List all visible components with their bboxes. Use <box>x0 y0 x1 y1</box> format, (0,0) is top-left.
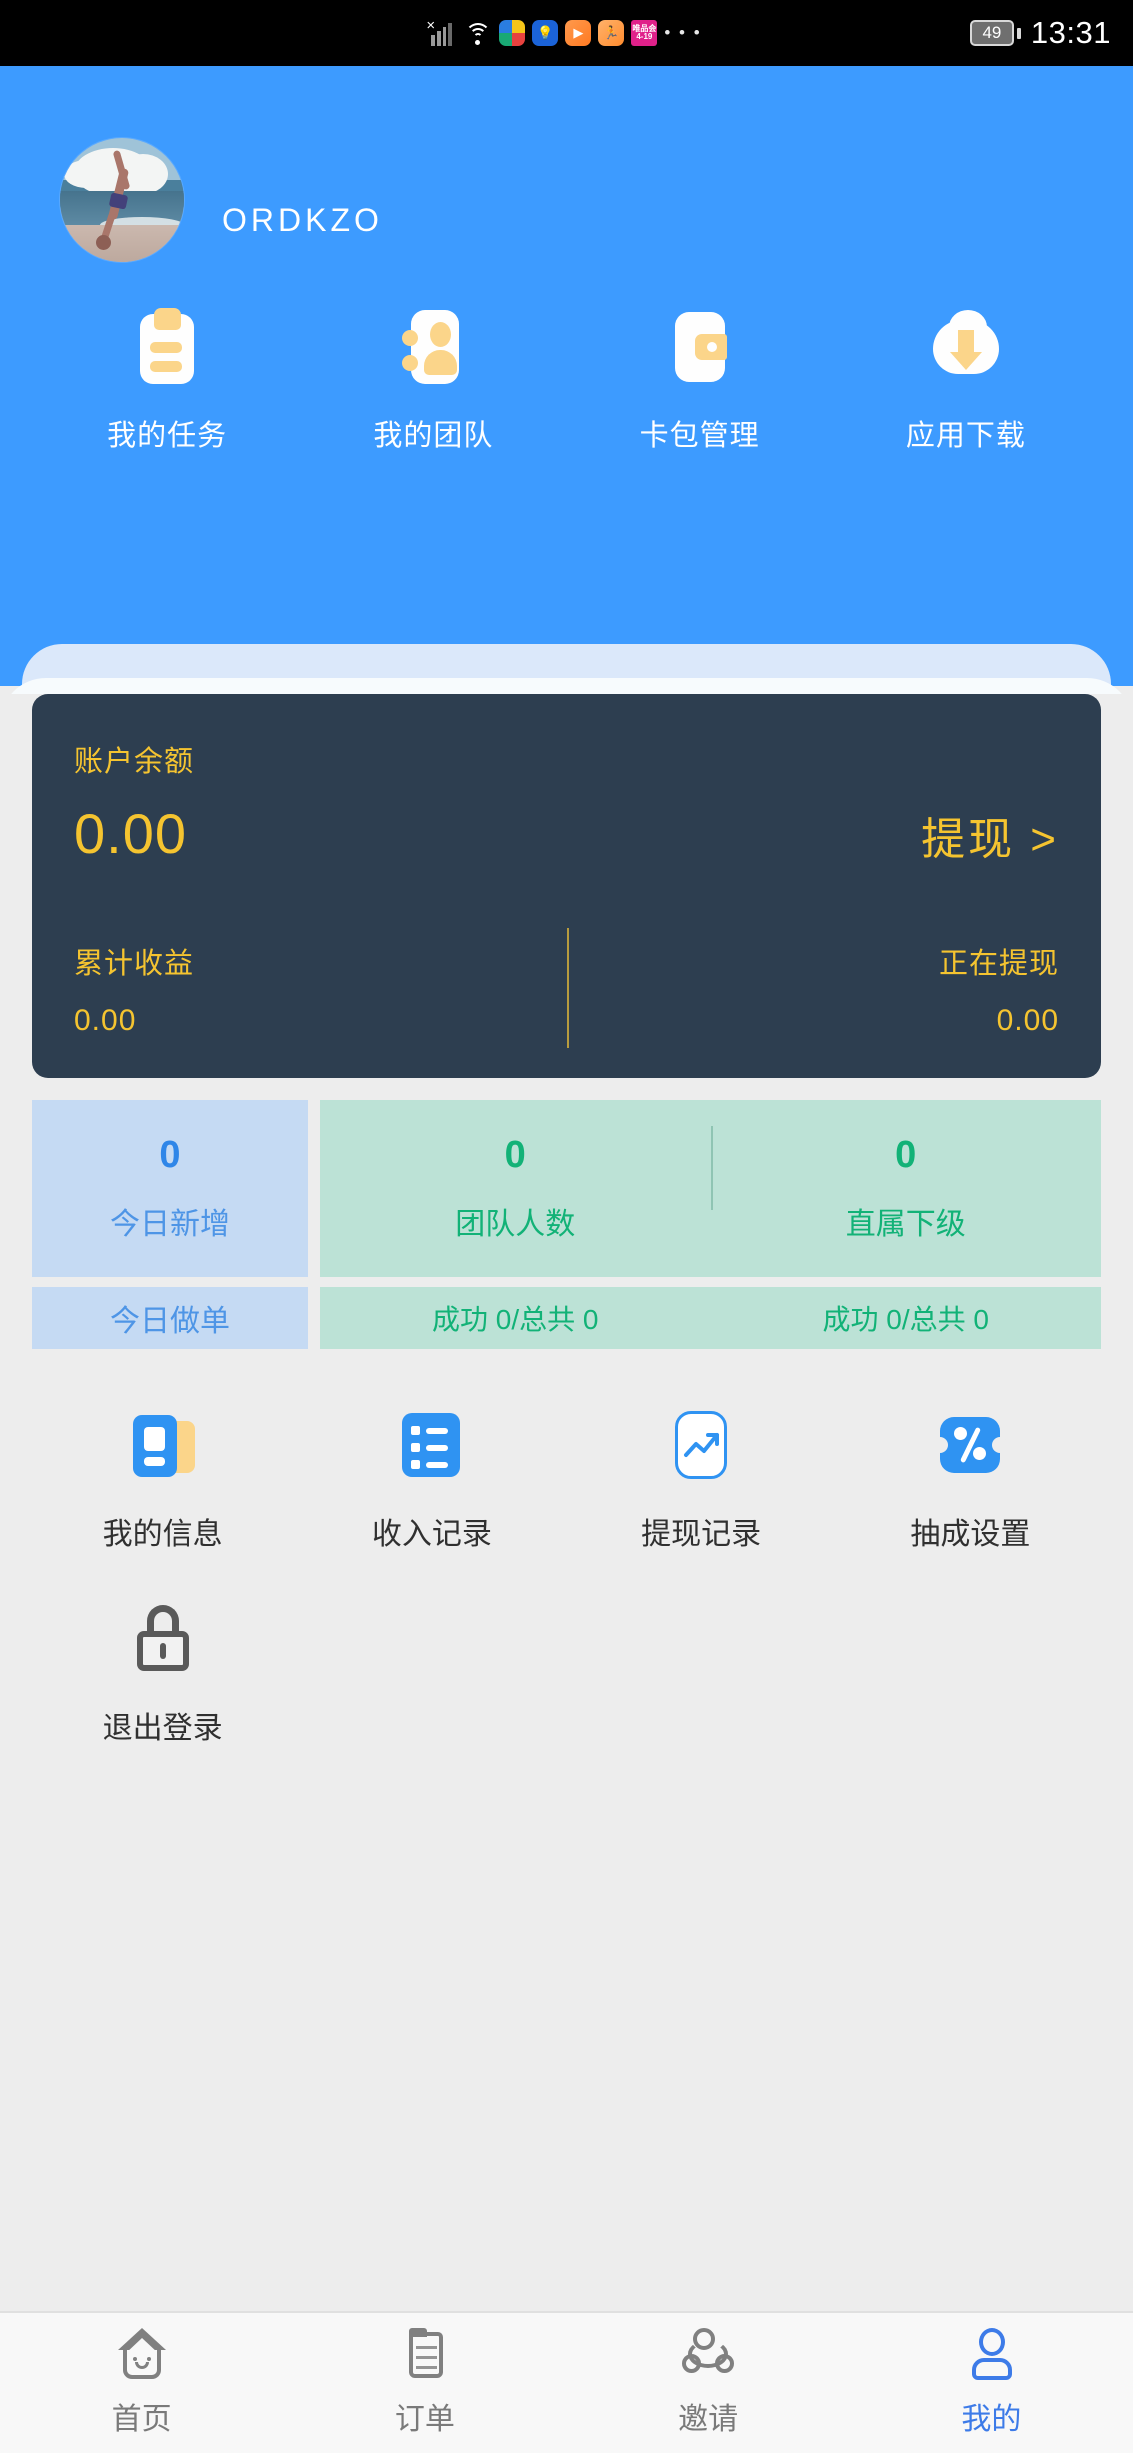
more-dots-icon: • • • <box>664 23 702 42</box>
avatar[interactable] <box>60 138 184 262</box>
stat-team-group[interactable]: 0 团队人数 0 直属下级 <box>320 1100 1101 1277</box>
tab-invite[interactable]: 邀请 <box>567 2313 850 2453</box>
balance-row: 0.00 提现 > <box>74 806 1059 862</box>
status-bar-icons: × 💡 ▶ 🏃 唯品会 4-19 • • • <box>426 18 702 46</box>
quick-action-label: 我的团队 <box>373 420 494 452</box>
cloud-download-icon <box>927 308 1005 386</box>
feature-my-info[interactable]: 我的信息 <box>28 1407 297 1553</box>
cumulative-label: 累计收益 <box>74 948 195 980</box>
clock: 13:31 <box>1030 15 1111 50</box>
team-orders-text: 成功 0/总共 0 <box>432 1304 599 1335</box>
lock-icon <box>125 1601 201 1677</box>
feature-grid: 我的信息 收入记录 提现记录 抽成设置 退出登录 <box>28 1407 1105 1795</box>
balance-amount: 0.00 <box>74 802 187 865</box>
stat-label: 今日新增 <box>110 1208 230 1241</box>
run-app-icon: 🏃 <box>598 20 625 46</box>
profile-header: ORDKZO 我的任务 我的团队 卡包管理 应用下载 <box>0 66 1133 798</box>
battery-indicator: 49 <box>969 20 1014 46</box>
contacts-icon <box>394 308 472 386</box>
pending-withdrawal: 正在提现 0.00 <box>567 940 1060 1038</box>
main-content: 账户余额 0.00 提现 > 累计收益 0.00 正在提现 0.00 0 今日新… <box>0 694 1133 1795</box>
feature-label: 收入记录 <box>371 1518 492 1551</box>
orders-success-group: 成功 0/总共 0 成功 0/总共 0 <box>320 1287 1101 1349</box>
tab-home[interactable]: 首页 <box>0 2313 283 2453</box>
wifi-icon <box>464 21 492 45</box>
clipboard-icon <box>128 308 206 386</box>
feature-withdraw-records[interactable]: 提现记录 <box>567 1407 836 1553</box>
color-app-icon <box>499 20 526 46</box>
stat-value: 0 <box>504 1134 526 1176</box>
stat-today-new[interactable]: 0 今日新增 <box>32 1100 308 1277</box>
cumulative-value: 0.00 <box>74 1004 137 1037</box>
stat-team-total[interactable]: 0 团队人数 <box>320 1134 711 1243</box>
feature-income-records[interactable]: 收入记录 <box>297 1407 566 1553</box>
pending-value: 0.00 <box>996 1004 1059 1037</box>
document-icon <box>397 2328 453 2380</box>
vip-app-icon: 唯品会 4-19 <box>631 20 658 46</box>
share-icon <box>680 2328 736 2380</box>
signal-x-icon: × <box>426 18 457 46</box>
quick-actions: 我的任务 我的团队 卡包管理 应用下载 <box>0 262 1133 454</box>
bulb-app-icon: 💡 <box>532 20 559 46</box>
stat-value: 0 <box>159 1134 181 1176</box>
tab-label: 我的 <box>961 2403 1022 2436</box>
vertical-divider <box>566 928 569 1048</box>
balance-sub-row: 累计收益 0.00 正在提现 0.00 <box>74 928 1060 1048</box>
quick-action-label: 我的任务 <box>107 420 228 452</box>
stat-direct-sub[interactable]: 0 直属下级 <box>711 1134 1102 1243</box>
quick-action-my-tasks[interactable]: 我的任务 <box>34 308 300 454</box>
tab-mine[interactable]: 我的 <box>850 2313 1133 2453</box>
status-bar-right: 49 13:31 <box>969 0 1111 66</box>
person-icon <box>963 2328 1019 2380</box>
balance-card: 账户余额 0.00 提现 > 累计收益 0.00 正在提现 0.00 <box>32 694 1101 1078</box>
battery-tip-icon <box>1016 27 1021 39</box>
id-card-icon <box>125 1407 201 1483</box>
stat-value: 0 <box>895 1134 917 1176</box>
wallet-icon <box>661 308 739 386</box>
status-bar: × 💡 ▶ 🏃 唯品会 4-19 • • • 49 13:31 <box>0 0 1133 66</box>
bottom-tab-bar: 首页 订单 邀请 我的 <box>0 2311 1133 2453</box>
direct-orders-text: 成功 0/总共 0 <box>822 1304 989 1335</box>
feature-label: 提现记录 <box>641 1518 762 1551</box>
feature-label: 抽成设置 <box>910 1518 1031 1551</box>
pending-label: 正在提现 <box>938 948 1059 980</box>
vertical-divider <box>710 1126 713 1210</box>
stat-label: 团队人数 <box>455 1208 576 1241</box>
trend-chart-icon <box>663 1407 739 1483</box>
list-icon <box>394 1407 470 1483</box>
vip-line2: 4-19 <box>636 32 653 41</box>
home-icon <box>114 2328 170 2380</box>
quick-action-label: 卡包管理 <box>639 420 760 452</box>
tab-orders[interactable]: 订单 <box>283 2313 566 2453</box>
withdraw-button[interactable]: 提现 > <box>921 818 1059 862</box>
tab-label: 首页 <box>111 2403 172 2436</box>
play-app-icon: ▶ <box>565 20 592 46</box>
today-orders-label: 今日做单 <box>32 1287 308 1349</box>
stats-row: 0 今日新增 0 团队人数 0 直属下级 <box>32 1100 1101 1277</box>
cumulative-earnings: 累计收益 0.00 <box>74 940 567 1038</box>
percent-icon <box>932 1407 1009 1483</box>
stats-subrow: 今日做单 成功 0/总共 0 成功 0/总共 0 <box>32 1287 1101 1349</box>
feature-commission-settings[interactable]: 抽成设置 <box>836 1407 1105 1553</box>
stat-label: 直属下级 <box>845 1208 966 1241</box>
quick-action-my-team[interactable]: 我的团队 <box>300 308 566 454</box>
feature-logout[interactable]: 退出登录 <box>28 1601 297 1747</box>
profile-row[interactable]: ORDKZO <box>0 66 1133 262</box>
balance-label: 账户余额 <box>74 746 195 778</box>
username: ORDKZO <box>222 201 383 238</box>
quick-action-app-download[interactable]: 应用下载 <box>833 308 1099 454</box>
quick-action-label: 应用下载 <box>905 420 1026 452</box>
tab-label: 订单 <box>394 2403 455 2436</box>
feature-label: 我的信息 <box>102 1518 223 1551</box>
quick-action-card-manage[interactable]: 卡包管理 <box>567 308 833 454</box>
feature-label: 退出登录 <box>102 1712 223 1745</box>
tab-label: 邀请 <box>678 2403 739 2436</box>
